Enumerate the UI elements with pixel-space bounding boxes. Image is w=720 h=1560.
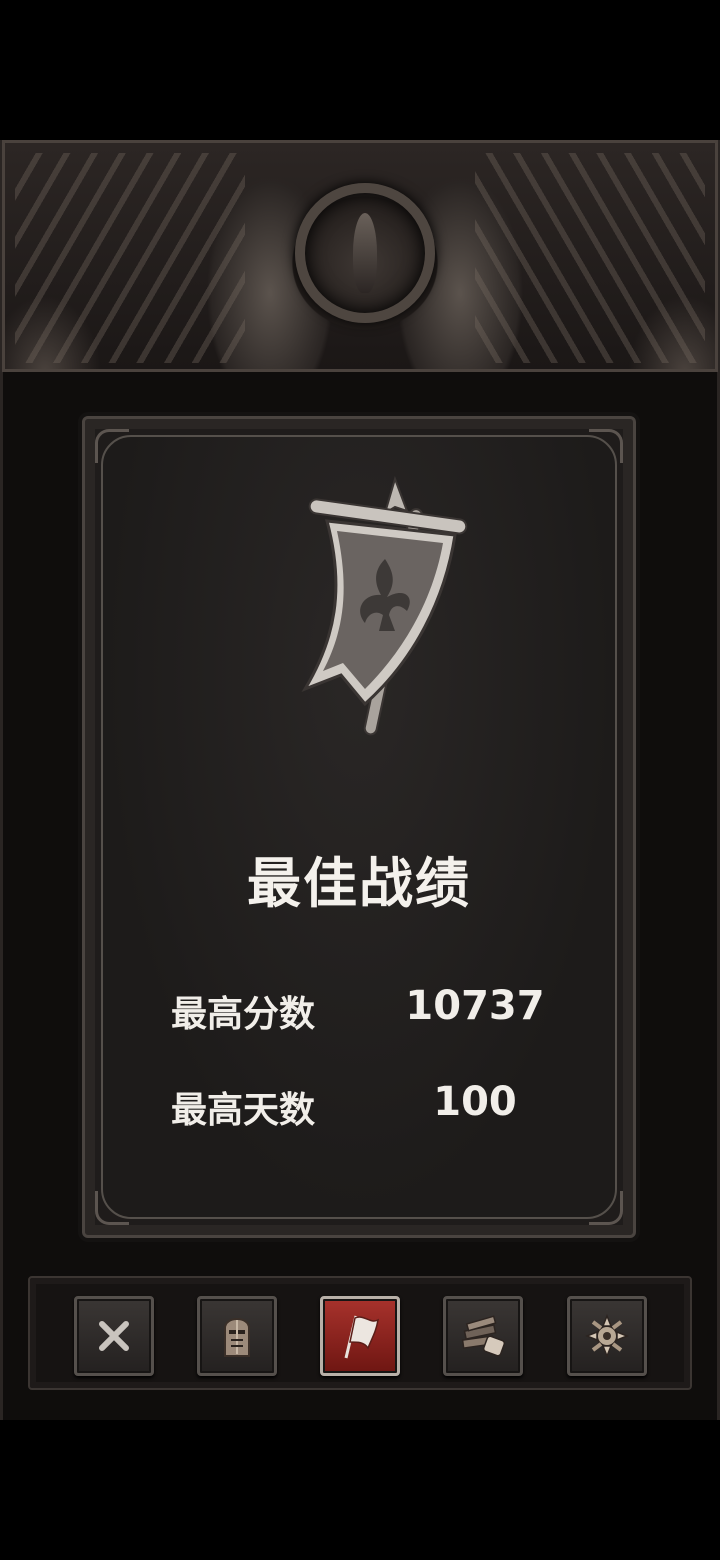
- panel-title: 最佳战绩: [247, 852, 471, 915]
- central-ring-ornament: [295, 183, 435, 323]
- gothic-header-carving: [2, 140, 718, 372]
- settings-button[interactable]: [567, 1296, 647, 1376]
- corner-ornament: [589, 1191, 623, 1225]
- character-button[interactable]: [197, 1296, 277, 1376]
- gear-settings-icon: [584, 1313, 630, 1359]
- bottom-toolbar: [28, 1276, 692, 1390]
- flag-icon: [344, 1315, 379, 1359]
- records-button[interactable]: [443, 1296, 523, 1376]
- best-record-panel: 最佳战绩 最高分数 10737 最高天数 100: [82, 416, 636, 1238]
- corner-ornament: [589, 429, 623, 463]
- corner-ornament: [95, 429, 129, 463]
- corner-ornament: [95, 1191, 129, 1225]
- knight-helmet-icon: [224, 1318, 250, 1357]
- close-button[interactable]: [74, 1296, 154, 1376]
- best-record-tab-button[interactable]: [320, 1296, 400, 1376]
- stat-label: 最高天数: [171, 1090, 316, 1131]
- game-screen: 最佳战绩 最高分数 10737 最高天数 100: [0, 0, 720, 1560]
- close-icon: [99, 1321, 129, 1351]
- right-bone-wing-ornament: [475, 153, 705, 363]
- stat-value: 100: [433, 1079, 517, 1125]
- stat-value: 10737: [405, 983, 545, 1029]
- left-bone-wing-ornament: [15, 153, 245, 363]
- books-scroll-icon: [461, 1315, 506, 1357]
- war-banner-icon: [301, 475, 468, 736]
- stat-row-best-days: 最高天数 100: [85, 1075, 639, 1135]
- stat-label: 最高分数: [171, 994, 316, 1035]
- stat-row-best-score: 最高分数 10737: [85, 979, 639, 1039]
